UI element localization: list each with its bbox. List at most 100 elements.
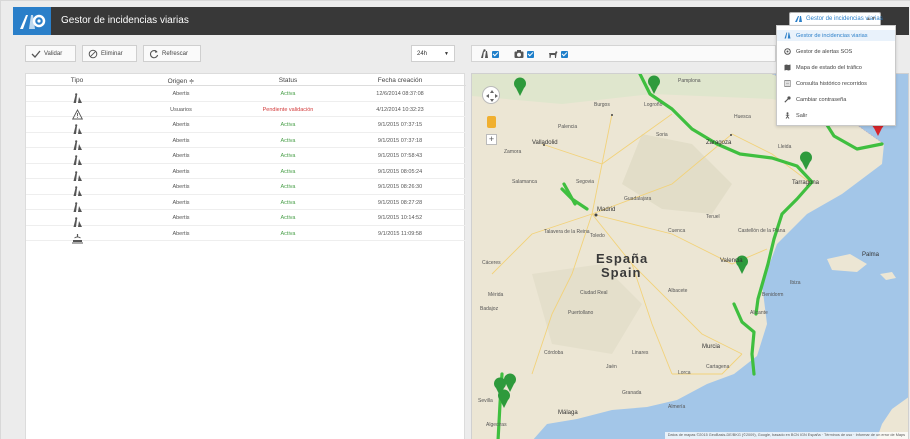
map-label-huesca: Huesca: [734, 114, 751, 120]
road-works-icon: [481, 49, 488, 58]
table-row[interactable]: Abertis Activa 12/6/2014 08:37:08: [26, 86, 466, 103]
cell-fecha: 9/1/2015 07:37:15: [377, 122, 423, 128]
cell-origen: Abertis: [172, 199, 190, 206]
map-label-salamanca: Salamanca: [512, 179, 538, 185]
sos-alert-icon: [784, 48, 791, 55]
column-header-origen[interactable]: Origen ≑: [126, 77, 236, 85]
table-row[interactable]: Abertis Activa 9/1/2015 07:37:15: [26, 117, 466, 134]
filter-camera-checkbox[interactable]: [527, 51, 534, 58]
app-selector-dropdown: Gestor de incidencias viarias Gestor de …: [776, 25, 896, 126]
cell-fecha: 9/1/2015 07:37:18: [377, 137, 423, 144]
map-label-ciudad-real: Ciudad Real: [580, 290, 608, 296]
map-label-caceres: Cáceres: [482, 260, 501, 266]
map-label-valladolid: Valladolid: [532, 140, 558, 146]
cell-status: Activa: [280, 153, 296, 159]
refresh-button[interactable]: Refrescar: [143, 45, 201, 62]
cell-status: Activa: [280, 184, 296, 190]
filter-animal[interactable]: [548, 49, 574, 59]
table-row[interactable]: Abertis Activa 9/1/2015 10:14:52: [26, 210, 466, 227]
map-label-valencia: Valencia: [720, 258, 743, 264]
map-label-zamora: Zamora: [504, 149, 522, 155]
block-icon: [88, 49, 98, 59]
incident-icon: [72, 233, 83, 243]
map-view[interactable]: + España Spain Madrid Zaragoza Valladoli…: [471, 73, 909, 439]
dropdown-item-label: Gestor de incidencias viarias: [796, 33, 868, 39]
cell-origen: Abertis: [172, 153, 190, 159]
app-logo[interactable]: [13, 7, 51, 35]
toolbar: Validar Eliminar Refrescar 24h ▼: [25, 45, 465, 63]
period-select[interactable]: 24h ▼: [411, 45, 455, 62]
map-pan-control[interactable]: [482, 86, 500, 104]
table-header: Tipo Origen ≑ Status Fecha creación: [26, 74, 466, 86]
map-label-madrid: Madrid: [597, 207, 616, 213]
page-title: Gestor de incidencias viarias: [61, 15, 189, 26]
map-label-lleida: Lleida: [778, 144, 792, 150]
filter-road-works-checkbox[interactable]: [492, 51, 499, 58]
column-header-fecha[interactable]: Fecha creación: [340, 77, 460, 84]
cell-fecha: 9/1/2015 10:14:52: [377, 215, 423, 221]
map-label-malaga: Málaga: [558, 410, 578, 416]
table-row[interactable]: Abertis Activa 9/1/2015 07:58:43: [26, 148, 466, 165]
dropdown-item-mapa-trafico[interactable]: Mapa de estado del tráfico: [777, 62, 895, 73]
validate-button[interactable]: Validar: [25, 45, 76, 62]
cell-origen: Abertis: [172, 215, 190, 221]
map-label-country-es: España: [596, 251, 649, 266]
dropdown-item-incidencias[interactable]: Gestor de incidencias viarias: [777, 30, 895, 41]
history-icon: [784, 80, 791, 87]
map-label-burgos: Burgos: [594, 102, 610, 108]
cell-origen: Abertis: [172, 230, 190, 237]
cell-origen: Abertis: [172, 168, 190, 175]
dropdown-item-cambiar-contrasena[interactable]: Cambiar contraseña: [777, 94, 895, 105]
map-label-sevilla: Sevilla: [478, 398, 493, 404]
map-filter-bar: [471, 45, 776, 62]
map-label-soria: Soria: [656, 132, 668, 138]
table-row[interactable]: Abertis Activa 9/1/2015 08:27:28: [26, 195, 466, 212]
table-row[interactable]: Abertis Activa 9/1/2015 08:05:24: [26, 164, 466, 181]
road-works-icon: [784, 32, 791, 39]
map-label-albacete: Albacete: [668, 288, 688, 294]
map-label-alicante: Alicante: [750, 310, 768, 316]
incidents-table: Tipo Origen ≑ Status Fecha creación Aber…: [25, 73, 466, 439]
dropdown-item-historico[interactable]: Consulta histórico recorridos: [777, 78, 895, 89]
street-view-pegman-icon[interactable]: [487, 116, 496, 128]
map-label-palencia: Palencia: [558, 124, 578, 130]
table-row[interactable]: Abertis Activa 9/1/2015 07:37:18: [26, 133, 466, 150]
validate-button-label: Validar: [44, 51, 63, 57]
column-header-status[interactable]: Status: [238, 77, 338, 84]
refresh-button-label: Refrescar: [162, 51, 189, 57]
cell-status: Pendiente validación: [262, 106, 314, 113]
map-label-murcia: Murcia: [702, 344, 721, 350]
key-icon: [784, 96, 791, 103]
app-header: Gestor de incidencias viarias Gestor de …: [13, 7, 909, 35]
map-attribution[interactable]: Datos de mapas ©2015 GeoBasis-DE/BKG (©2…: [664, 432, 908, 439]
cell-status: Activa: [280, 122, 296, 128]
zoom-in-button[interactable]: +: [486, 134, 497, 145]
table-row[interactable]: Abertis Activa 9/1/2015 08:26:30: [26, 179, 466, 196]
cell-fecha: 9/1/2015 08:05:24: [377, 168, 423, 175]
map-label-cordoba: Córdoba: [544, 350, 564, 356]
filter-animal-checkbox[interactable]: [561, 51, 568, 58]
pan-arrows-icon: [486, 90, 498, 102]
filter-camera[interactable]: [514, 49, 540, 59]
filter-road-works[interactable]: [480, 49, 506, 59]
table-row[interactable]: Abertis Activa 9/1/2015 11:09:58: [26, 226, 466, 243]
map-label-palma: Palma: [862, 252, 880, 258]
dropdown-item-salir[interactable]: Salir: [777, 110, 895, 121]
column-header-tipo[interactable]: Tipo: [26, 77, 128, 84]
delete-button[interactable]: Eliminar: [82, 45, 137, 62]
chevron-down-icon: ▼: [444, 51, 449, 57]
map-label-benidorm: Benidorm: [762, 292, 784, 298]
map-label-segovia: Segovia: [576, 179, 595, 185]
cell-fecha: 12/6/2014 08:37:08: [376, 91, 424, 97]
gear-road-icon: [20, 14, 46, 29]
cell-status: Activa: [280, 215, 296, 221]
animal-icon: [549, 51, 558, 58]
cell-origen: Usuarios: [170, 106, 192, 113]
map-label-zaragoza: Zaragoza: [706, 140, 732, 146]
cell-status: Activa: [280, 230, 296, 237]
map-label-tarragona: Tarragona: [792, 180, 820, 186]
map-label-guadalajara: Guadalajara: [624, 196, 652, 202]
dropdown-item-alertas-sos[interactable]: Gestor de alertas SOS: [777, 46, 895, 57]
cell-status: Activa: [280, 168, 296, 175]
table-row[interactable]: Usuarios Pendiente validación 4/12/2014 10…: [26, 102, 466, 119]
